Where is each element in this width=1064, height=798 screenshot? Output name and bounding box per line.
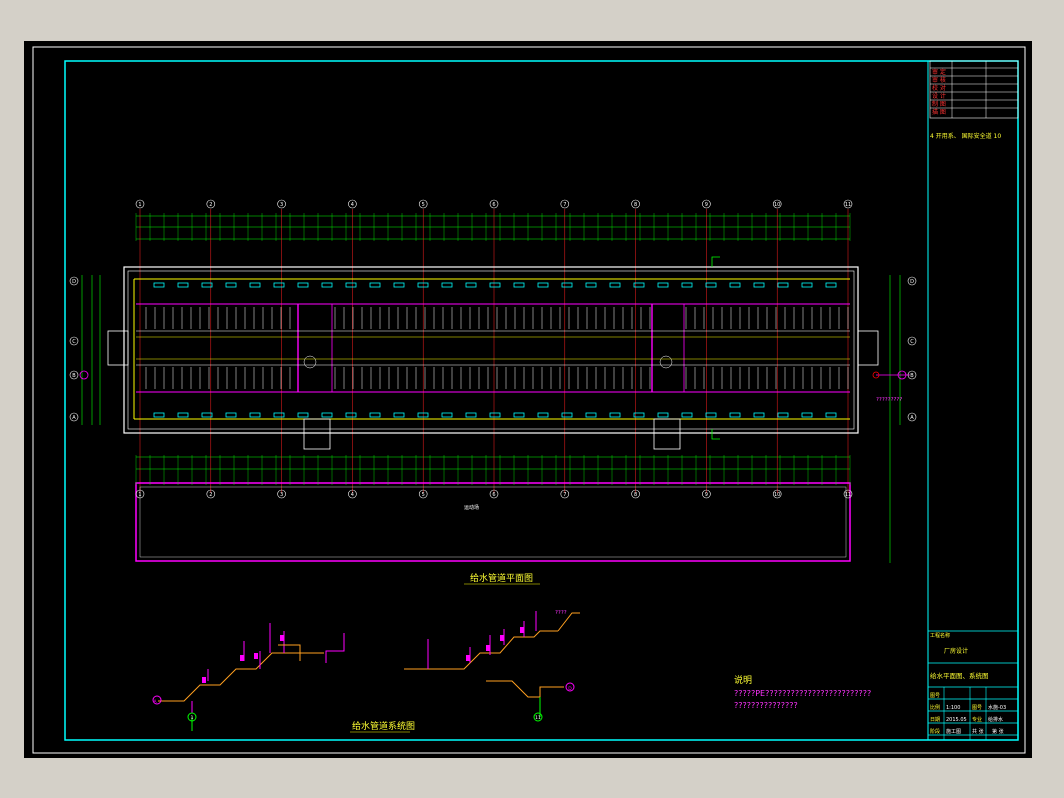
grid-label-col: 1	[138, 202, 141, 208]
grid-label-row: B	[910, 373, 914, 379]
spec-label: 专业	[972, 716, 982, 723]
stage-value: 施工图	[946, 728, 961, 735]
grid-label-col: 5	[422, 202, 425, 208]
rev-row-6: 描 图	[932, 108, 946, 116]
grid-label-col: 1	[138, 492, 141, 498]
sys-axis-1: 1	[191, 715, 194, 721]
sports-field-label: 运动场	[464, 504, 479, 511]
project-label: 工程名称	[930, 632, 950, 639]
grid-label-row: A	[72, 415, 76, 421]
grid-label-col: 3	[280, 492, 283, 498]
floor-plan: ????????? 运动场 1 2 3 4 5 6 7 8 9 10 11 1 2 3 4 5 6 7 8 9 10 1…	[69, 199, 917, 563]
grid-label-col: 7	[563, 492, 566, 498]
grid-label-col: 8	[634, 492, 637, 498]
grid-label-col: 9	[705, 492, 708, 498]
grid-label-row: D	[910, 279, 914, 285]
system-diagram	[152, 611, 580, 731]
grid-label-col: 3	[280, 202, 283, 208]
grid-label-col: 10	[774, 492, 780, 498]
plan-title: 给水管道平面图	[470, 572, 533, 584]
system-title: 给水管道系统图	[352, 720, 415, 732]
exit-label: ?????????	[876, 397, 902, 403]
grid-label-col: 2	[209, 202, 212, 208]
grid-label-col: 2	[209, 492, 212, 498]
grid-label-col: 9	[705, 202, 708, 208]
rev-row-3: 校 对	[932, 84, 946, 92]
sys-side-d: D	[568, 686, 572, 692]
grid-label-col: 10	[774, 202, 780, 208]
grid-label-col: 7	[563, 202, 566, 208]
title-block: 审 定 审 核 校 对 设 计 制 图 描 图 4 开用系、 国际安全道 10 …	[927, 60, 1019, 740]
drawing-canvas: 审 定 审 核 校 对 设 计 制 图 描 图 4 开用系、 国际安全道 10 …	[32, 46, 1026, 754]
sheet-value: 第 张	[992, 728, 1004, 735]
notes-line-2: ???????????????	[734, 701, 798, 710]
grid-label-row: B	[72, 373, 76, 379]
cad-viewport[interactable]: 审 定 审 核 校 对 设 计 制 图 描 图 4 开用系、 国际安全道 10 …	[24, 41, 1032, 758]
rev-row-1: 审 定	[932, 68, 946, 76]
grid-label-row: C	[72, 339, 76, 345]
spec-value: 给排水	[988, 716, 1003, 723]
header-note: 4 开用系、 国际安全道 10	[930, 132, 1001, 140]
grid-label-col: 5	[422, 492, 425, 498]
grid-label-col: 4	[351, 202, 354, 208]
grid-label-row: D	[72, 279, 76, 285]
grid-label-row: C	[910, 339, 914, 345]
rev-row-4: 设 计	[932, 92, 946, 100]
grid-label-row: A	[910, 415, 914, 421]
project-name: 厂房设计	[944, 647, 968, 655]
sheet-label: 共 张	[972, 728, 984, 735]
grid-label-col: 11	[845, 202, 851, 208]
grid-label-col: 6	[492, 492, 495, 498]
drawing-name: 给水平面图、系统图	[930, 671, 989, 680]
grid-label-col: 11	[845, 492, 851, 498]
grid-label-col: 8	[634, 202, 637, 208]
number-value: 水施-03	[988, 704, 1006, 711]
rev-row-2: 审 核	[932, 76, 946, 84]
sys-axis-11: 11	[535, 715, 541, 721]
grid-label-col: 4	[351, 492, 354, 498]
date-value: 2015.05	[946, 717, 967, 723]
grid-label-col: 6	[492, 202, 495, 208]
rev-row-5: 制 图	[932, 100, 946, 108]
notes-line-1: ?????PE?????????????????????????	[734, 689, 871, 698]
date-label: 日期	[930, 717, 940, 723]
notes-heading: 说明	[734, 674, 752, 686]
scale-label: 比例	[930, 704, 940, 711]
pipe-label: ????	[555, 610, 567, 616]
scale-value: 1:100	[946, 705, 960, 711]
number-label-2: 图号	[972, 705, 982, 711]
stage-label: 阶段	[930, 728, 940, 735]
no-label: 图号	[930, 693, 940, 699]
